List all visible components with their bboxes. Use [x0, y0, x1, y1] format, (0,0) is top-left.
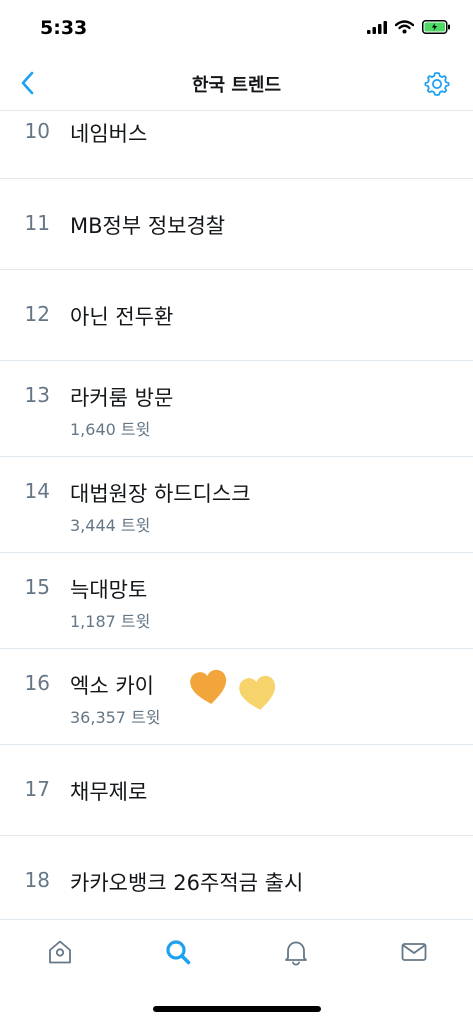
wifi-icon — [395, 20, 414, 34]
signal-icon — [367, 20, 387, 34]
tweet-count: 3,444 트윗 — [70, 516, 151, 535]
trend-item[interactable]: 18 카카오뱅크 26주적금 출시 — [0, 836, 473, 919]
trend-rank: 14 — [24, 479, 50, 503]
tab-notifications[interactable] — [276, 932, 316, 972]
battery-icon — [422, 20, 451, 34]
tab-bar — [0, 919, 473, 984]
trend-name: 카카오뱅크 26주적금 출시 — [70, 871, 304, 895]
page-title: 한국 트렌드 — [191, 75, 282, 96]
trend-list: 10 네임버스 11 MB정부 정보경찰 12 아닌 전두환 13 라커룸 방문… — [0, 111, 473, 919]
bell-icon — [282, 938, 310, 966]
trend-item[interactable]: 13 라커룸 방문 1,640 트윗 — [0, 361, 473, 457]
trend-rank: 13 — [24, 383, 50, 407]
orange-heart-icon — [189, 669, 229, 707]
trend-item[interactable]: 12 아닌 전두환 — [0, 270, 473, 361]
trend-name: 채무제로 — [70, 780, 148, 804]
trend-item[interactable]: 11 MB정부 정보경찰 — [0, 179, 473, 270]
trend-item[interactable]: 15 늑대망토 1,187 트윗 — [0, 553, 473, 649]
trend-rank: 11 — [24, 211, 50, 235]
trend-rank: 18 — [24, 868, 50, 892]
trend-item[interactable]: 17 채무제로 — [0, 745, 473, 836]
mail-icon — [400, 938, 428, 966]
home-icon — [46, 938, 74, 966]
trend-rank: 10 — [24, 119, 50, 143]
tweet-count: 1,187 트윗 — [70, 612, 151, 631]
home-indicator[interactable] — [153, 1006, 321, 1012]
status-bar: 5:33 — [0, 0, 473, 60]
tab-messages[interactable] — [394, 932, 434, 972]
trend-name: 늑대망토 — [70, 578, 148, 602]
settings-button[interactable] — [421, 68, 453, 100]
gear-icon — [424, 71, 450, 97]
nav-bar: 한국 트렌드 — [0, 58, 473, 111]
trend-rank: 15 — [24, 575, 50, 599]
status-icons — [367, 20, 451, 34]
tab-home[interactable] — [40, 932, 80, 972]
trend-rank: 12 — [24, 302, 50, 326]
tweet-count: 36,357 트윗 — [70, 708, 161, 727]
trend-rank: 16 — [24, 671, 50, 695]
search-icon — [164, 938, 192, 966]
trend-rank: 17 — [24, 777, 50, 801]
tweet-count: 1,640 트윗 — [70, 420, 151, 439]
trend-item[interactable]: 10 네임버스 — [0, 111, 473, 179]
trend-name: 아닌 전두환 — [70, 305, 174, 329]
status-time: 5:33 — [40, 17, 88, 39]
trend-name: 네임버스 — [70, 122, 148, 146]
trend-name: MB정부 정보경찰 — [70, 214, 226, 238]
trend-name: 라커룸 방문 — [70, 386, 174, 410]
trend-name: 엑소 카이 — [70, 674, 154, 698]
tab-search[interactable] — [158, 932, 198, 972]
yellow-heart-icon — [238, 675, 278, 713]
trend-name: 대법원장 하드디스크 — [70, 482, 251, 506]
trend-item[interactable]: 16 엑소 카이 36,357 트윗 — [0, 649, 473, 745]
trend-item[interactable]: 14 대법원장 하드디스크 3,444 트윗 — [0, 457, 473, 553]
